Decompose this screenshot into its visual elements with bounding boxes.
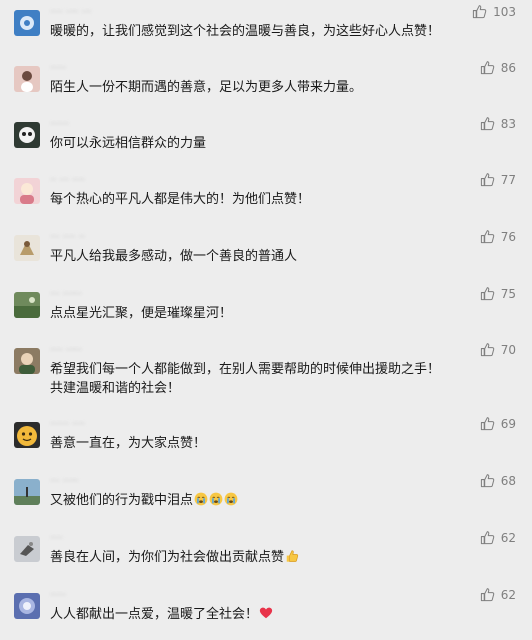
like-button[interactable]: 68 — [480, 473, 516, 488]
like-count: 86 — [500, 60, 516, 75]
comment-text: 人人都献出一点爱，温暖了全社会！ — [50, 605, 442, 624]
like-button[interactable]: 103 — [472, 4, 516, 19]
commenter-name[interactable]: ··· ······ — [50, 289, 82, 300]
like-count: 70 — [500, 342, 516, 357]
comment-text: 陌生人一份不期而遇的善意，足以为更多人带来力量。 — [50, 80, 363, 95]
comment-item: ······ 你可以永远相信群众的力量 83 — [0, 112, 532, 168]
comment-text: 每个热心的平凡人都是伟大的！为他们点赞！ — [50, 192, 311, 207]
like-button[interactable]: 75 — [480, 286, 516, 301]
comment-item: ····· 人人都献出一点爱，温暖了全社会！ 62 — [0, 583, 532, 640]
commenter-name[interactable]: ····· — [50, 590, 66, 601]
comment-item: ···· ···· ··· 暖暖的，让我们感觉到这个社会的温暖与善良，为这些好心… — [0, 0, 532, 56]
thumbs-up-icon — [480, 116, 495, 131]
crying-face-emoji — [194, 492, 208, 506]
red-heart-emoji — [259, 606, 273, 620]
thumbs-up-emoji — [285, 549, 299, 563]
comment-list: ···· ···· ··· 暖暖的，让我们感觉到这个社会的温暖与善良，为这些好心… — [0, 0, 532, 640]
comment-text: 点点星光汇聚，便是璀璨星河！ — [50, 306, 233, 321]
avatar[interactable] — [14, 479, 40, 505]
comment-text: 希望我们每一个人都能做到，在别人需要帮助的时候伸出援助之手！共建温暖和谐的社会！ — [50, 362, 441, 396]
crying-face-emoji — [224, 492, 238, 506]
avatar[interactable] — [14, 292, 40, 318]
comment-item: ·· ··· ···· 每个热心的平凡人都是伟大的！为他们点赞！ 77 — [0, 168, 532, 225]
avatar[interactable] — [14, 178, 40, 204]
thumbs-up-icon — [480, 473, 495, 488]
commenter-name[interactable]: ··· ····· — [50, 476, 79, 487]
thumbs-up-icon — [480, 530, 495, 545]
avatar[interactable] — [14, 536, 40, 562]
like-button[interactable]: 69 — [480, 416, 516, 431]
like-count: 62 — [500, 530, 516, 545]
crying-face-emoji — [209, 492, 223, 506]
avatar[interactable] — [14, 235, 40, 261]
comment-item: ···· ····· 希望我们每一个人都能做到，在别人需要帮助的时候伸出援助之手… — [0, 338, 532, 412]
thumbs-up-icon — [480, 60, 495, 75]
like-button[interactable]: 62 — [480, 587, 516, 602]
like-button[interactable]: 70 — [480, 342, 516, 357]
comment-item: ··· ···· ·· 平凡人给我最多感动，做一个善良的普通人 76 — [0, 225, 532, 282]
like-count: 69 — [500, 416, 516, 431]
thumbs-up-icon — [480, 172, 495, 187]
thumbs-up-icon — [480, 229, 495, 244]
avatar[interactable] — [14, 10, 40, 36]
comment-item: ····· 陌生人一份不期而遇的善意，足以为更多人带来力量。 86 — [0, 56, 532, 112]
comment-text: 善意一直在，为大家点赞！ — [50, 436, 207, 451]
like-count: 75 — [500, 286, 516, 301]
thumbs-up-icon — [480, 416, 495, 431]
commenter-name[interactable]: ······ ···· — [50, 419, 85, 430]
commenter-name[interactable]: ···· — [50, 533, 63, 544]
like-count: 83 — [500, 116, 516, 131]
like-count: 68 — [500, 473, 516, 488]
like-count: 76 — [500, 229, 516, 244]
thumbs-up-icon — [480, 587, 495, 602]
avatar[interactable] — [14, 122, 40, 148]
comment-item: ··· ······ 点点星光汇聚，便是璀璨星河！ 75 — [0, 282, 532, 338]
thumbs-up-icon — [480, 342, 495, 357]
thumbs-up-icon — [480, 286, 495, 301]
like-button[interactable]: 76 — [480, 229, 516, 244]
like-button[interactable]: 77 — [480, 172, 516, 187]
like-count: 62 — [500, 587, 516, 602]
avatar[interactable] — [14, 593, 40, 619]
comment-text: 你可以永远相信群众的力量 — [50, 136, 207, 151]
comment-item: ······ ···· 善意一直在，为大家点赞！ 69 — [0, 412, 532, 469]
comment-text: 平凡人给我最多感动，做一个善良的普通人 — [50, 249, 298, 264]
commenter-name[interactable]: ···· ····· — [50, 345, 82, 356]
like-button[interactable]: 83 — [480, 116, 516, 131]
crying-face-emoji — [193, 492, 238, 508]
comment-text: 暖暖的，让我们感觉到这个社会的温暖与善良，为这些好心人点赞！ — [50, 24, 441, 39]
commenter-name[interactable]: ··· ···· ·· — [50, 232, 85, 243]
like-count: 103 — [493, 4, 516, 19]
like-button[interactable]: 62 — [480, 530, 516, 545]
like-button[interactable]: 86 — [480, 60, 516, 75]
comment-text: 善良在人间，为你们为社会做出贡献点赞 — [50, 548, 442, 567]
like-count: 77 — [500, 172, 516, 187]
comment-item: ··· ····· 又被他们的行为戳中泪点 68 — [0, 469, 532, 526]
comment-text: 又被他们的行为戳中泪点 — [50, 491, 442, 510]
commenter-name[interactable]: ···· ···· ··· — [50, 7, 91, 18]
avatar[interactable] — [14, 348, 40, 374]
commenter-name[interactable]: ·· ··· ···· — [50, 175, 85, 186]
commenter-name[interactable]: ····· — [50, 63, 66, 74]
commenter-name[interactable]: ······ — [50, 119, 69, 130]
avatar[interactable] — [14, 422, 40, 448]
thumbs-up-icon — [472, 4, 487, 19]
comment-item: ···· 善良在人间，为你们为社会做出贡献点赞 62 — [0, 526, 532, 583]
avatar[interactable] — [14, 66, 40, 92]
